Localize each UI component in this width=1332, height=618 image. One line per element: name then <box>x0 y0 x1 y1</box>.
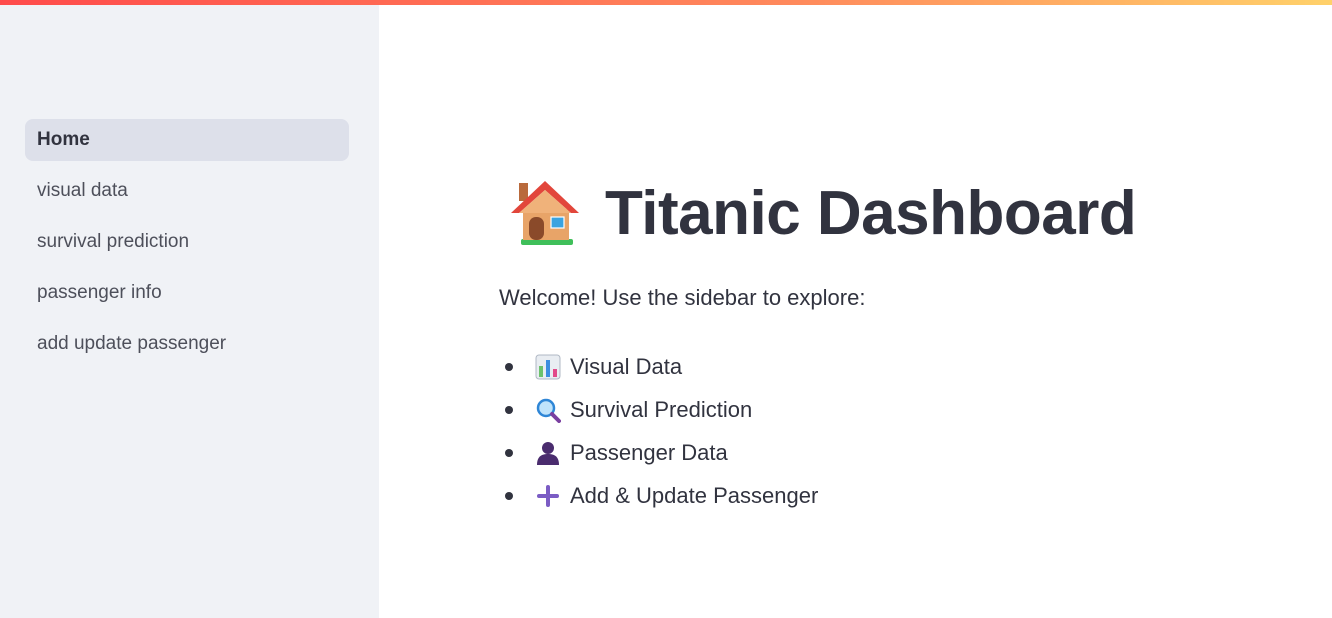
list-item: Passenger Data <box>499 431 818 474</box>
feature-label: Passenger Data <box>570 439 728 465</box>
list-item: Survival Prediction <box>499 388 818 431</box>
bullet <box>505 491 513 500</box>
sidebar-item-label: add update passenger <box>37 333 227 354</box>
sidebar-item-home[interactable]: Home <box>25 119 349 161</box>
bullet <box>505 362 513 371</box>
sidebar-item-label: visual data <box>37 180 128 201</box>
main-content: Titanic Dashboard Welcome! Use the sideb… <box>379 5 1332 618</box>
list-item: Add & Update Passenger <box>499 474 818 517</box>
sidebar-item-visual-data[interactable]: visual data <box>25 170 349 212</box>
list-item: Visual Data <box>499 345 818 388</box>
sidebar-item-add-update-passenger[interactable]: add update passenger <box>25 323 349 365</box>
intro-text: Welcome! Use the sidebar to explore: <box>499 285 866 310</box>
page-title: Titanic Dashboard <box>509 177 1137 249</box>
person-silhouette-icon <box>537 441 559 465</box>
house-icon <box>511 181 579 245</box>
magnifier-icon <box>536 398 561 423</box>
sidebar-item-survival-prediction[interactable]: survival prediction <box>25 221 349 263</box>
sidebar-item-label: passenger info <box>37 282 162 303</box>
feature-list: Visual Data Survival Prediction Passenge… <box>499 345 818 517</box>
feature-label: Add & Update Passenger <box>570 482 819 508</box>
sidebar-item-label: Home <box>37 129 90 150</box>
bar-chart-icon <box>535 354 561 379</box>
sidebar-nav: Home visual data survival prediction pas… <box>25 119 349 374</box>
plus-icon <box>537 484 559 507</box>
feature-label: Visual Data <box>570 353 683 379</box>
sidebar-item-label: survival prediction <box>37 231 190 252</box>
sidebar: Home visual data survival prediction pas… <box>0 5 379 618</box>
bullet <box>505 448 513 457</box>
title-text: Titanic Dashboard <box>605 178 1137 248</box>
sidebar-item-passenger-info[interactable]: passenger info <box>25 272 349 314</box>
bullet <box>505 405 513 414</box>
feature-label: Survival Prediction <box>570 396 753 422</box>
